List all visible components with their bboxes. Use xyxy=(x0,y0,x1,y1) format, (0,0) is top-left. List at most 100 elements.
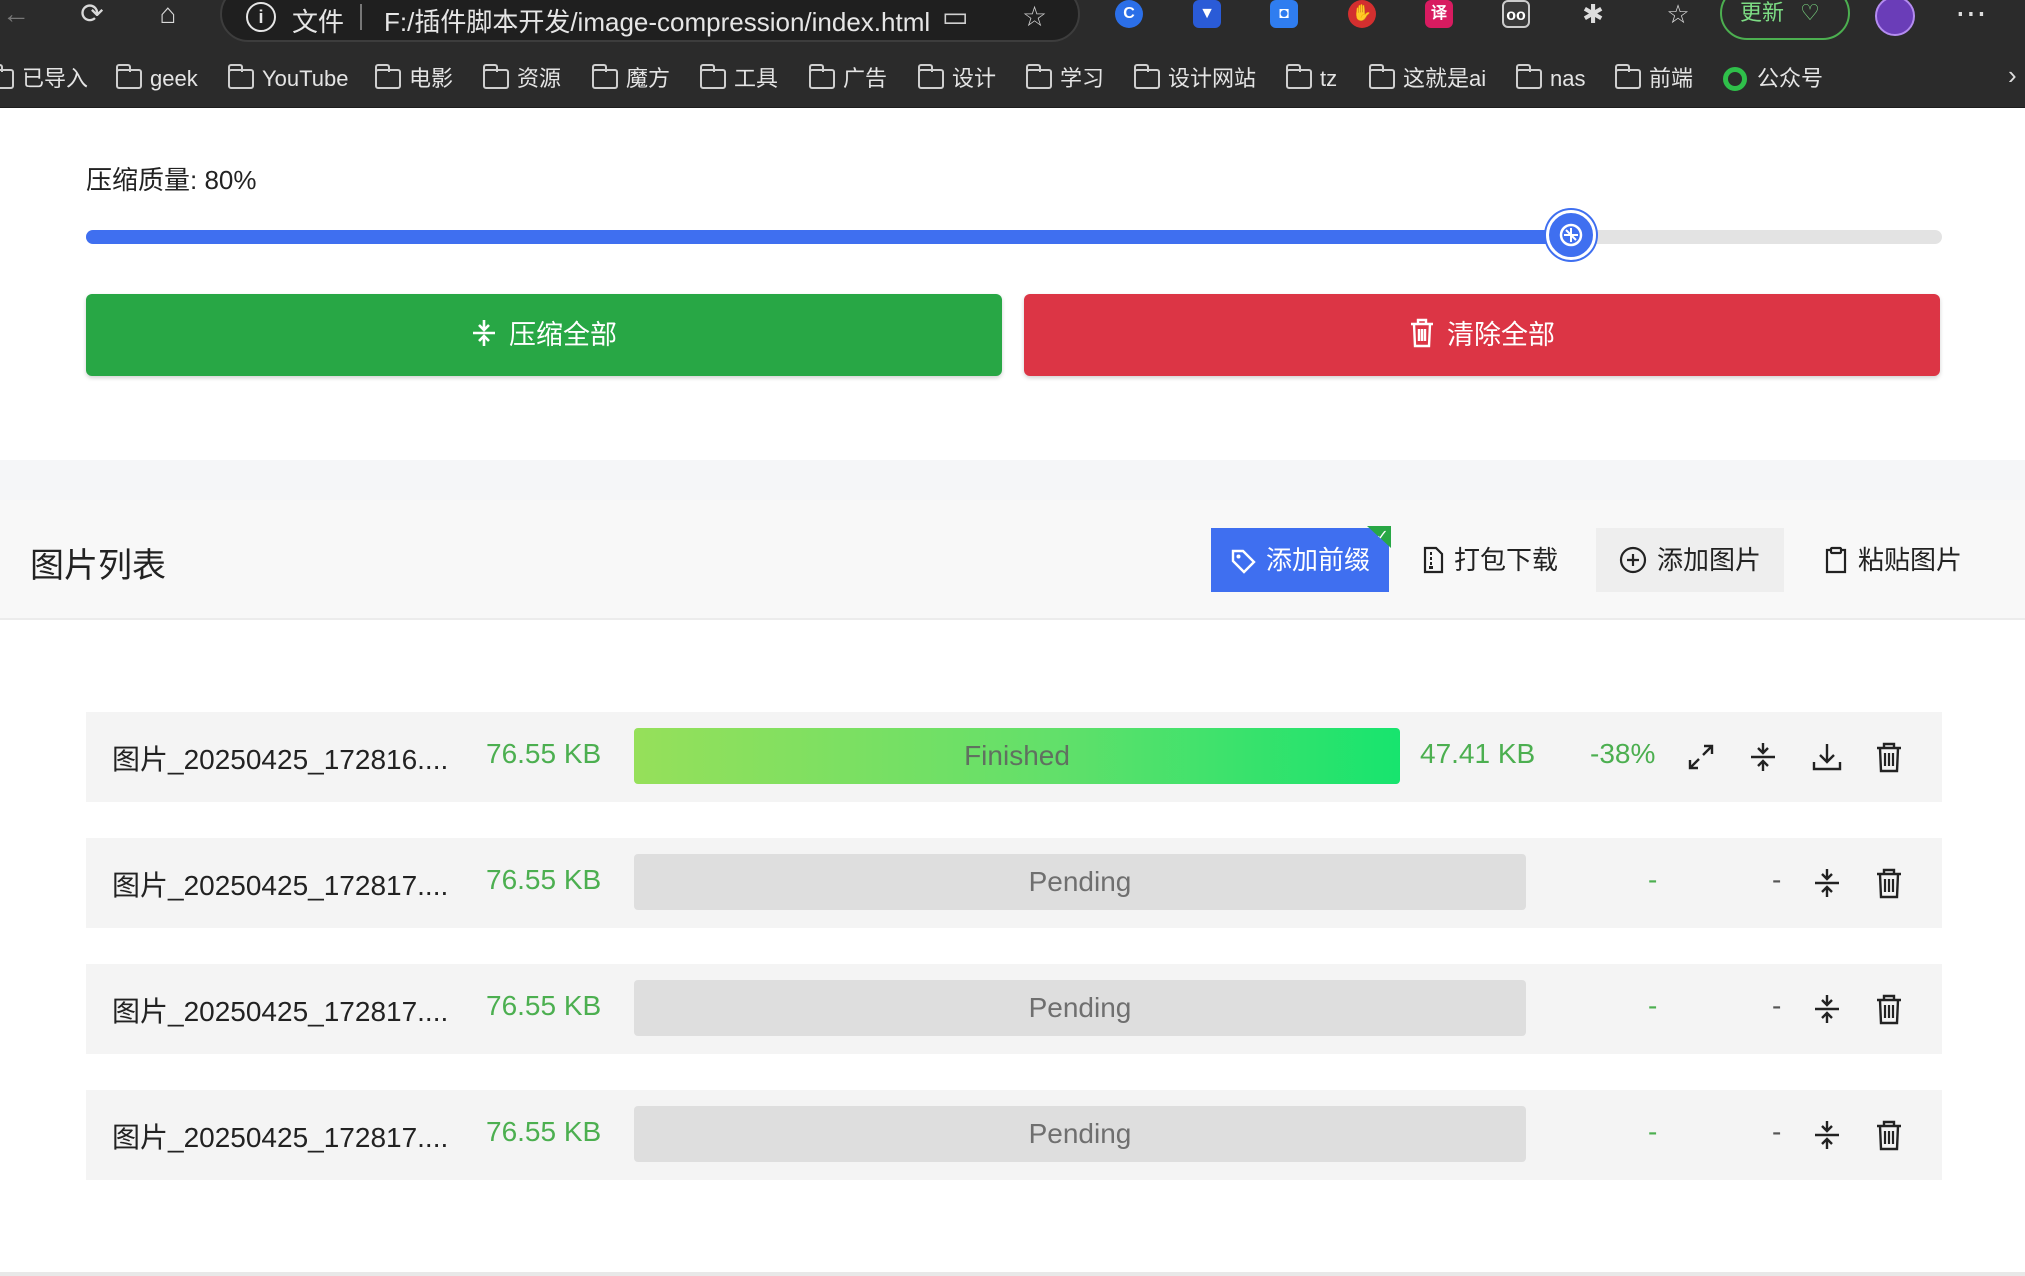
delete-icon[interactable] xyxy=(1872,866,1906,900)
quality-slider-thumb[interactable] xyxy=(1546,210,1596,260)
bookmark-folder[interactable]: 资源 xyxy=(483,62,561,96)
bookmark-folder[interactable]: 广告 xyxy=(809,62,887,96)
paste-image-label: 粘贴图片 xyxy=(1857,545,1962,575)
bookmark-label: nas xyxy=(1550,66,1586,91)
compression-ratio: - xyxy=(1772,1116,1782,1147)
slider-thumb-icon xyxy=(1559,223,1583,247)
address-separator xyxy=(360,4,362,30)
bookmark-folder[interactable]: nas xyxy=(1516,62,1585,96)
home-icon[interactable]: ⌂ xyxy=(148,0,188,30)
bookmark-folder[interactable]: geek xyxy=(116,62,198,96)
progress-bar: Finished xyxy=(634,728,1400,784)
compress-icon[interactable] xyxy=(1746,740,1780,774)
bookmark-label: 工具 xyxy=(734,66,779,91)
quality-slider[interactable] xyxy=(86,230,1942,244)
address-bar[interactable]: i 文件 F:/插件脚本开发/image-compression/index.h… xyxy=(220,0,1080,42)
site-info-icon[interactable]: i xyxy=(246,2,276,32)
delete-icon[interactable] xyxy=(1872,992,1906,1026)
browser-extension-icon[interactable]: C xyxy=(1115,0,1143,28)
add-prefix-button[interactable]: 添加前缀 ✓ xyxy=(1211,526,1391,592)
bookmark-label: 设计 xyxy=(952,66,997,91)
tag-icon xyxy=(1231,549,1256,574)
folder-icon xyxy=(1615,64,1641,89)
compression-settings: 压缩质量: 80% 压缩全部 清除全部 xyxy=(0,108,2025,460)
image-row: 图片_20250425_172817.... 76.55 KB Pending … xyxy=(86,1090,1942,1180)
bookmark-label: 电影 xyxy=(409,66,454,91)
more-menu-icon[interactable]: ⋯ xyxy=(1955,0,1987,32)
bookmark-folder[interactable]: YouTube xyxy=(228,62,348,96)
file-name: 图片_20250425_172817.... xyxy=(112,870,449,901)
bookmark-label: 资源 xyxy=(517,66,562,91)
health-icon: ♡ xyxy=(1800,0,1820,25)
bookmark-label: 公众号 xyxy=(1757,66,1824,91)
quality-label: 压缩质量: 80% xyxy=(86,165,257,195)
page-content: 压缩质量: 80% 压缩全部 清除全部 图片列表 添加前缀 ✓ 打包下载 添加图… xyxy=(0,108,2025,1276)
folder-icon xyxy=(228,64,254,89)
compress-icon[interactable] xyxy=(1810,1118,1844,1152)
clear-all-button[interactable]: 清除全部 xyxy=(1024,294,1940,376)
compress-all-button[interactable]: 压缩全部 xyxy=(86,294,1002,376)
bookmark-folder[interactable]: 设计 xyxy=(918,62,996,96)
bookmark-folder[interactable]: 电影 xyxy=(375,62,453,96)
bookmark-folder[interactable]: tz xyxy=(1286,62,1337,96)
adblock-hand-icon[interactable]: ✋ xyxy=(1348,0,1376,28)
folder-icon xyxy=(1134,64,1160,89)
bookmark-label: YouTube xyxy=(262,66,349,91)
bookmark-label: 设计网站 xyxy=(1168,66,1257,91)
bookmark-folder[interactable]: 前端 xyxy=(1615,62,1693,96)
add-image-button[interactable]: 添加图片 xyxy=(1596,528,1784,592)
update-button[interactable]: 更新 ♡ xyxy=(1720,0,1850,40)
address-url[interactable]: F:/插件脚本开发/image-compression/index.html xyxy=(384,2,930,39)
translate-icon[interactable]: 译 xyxy=(1425,0,1453,28)
pack-download-button[interactable]: 打包下载 xyxy=(1410,528,1570,592)
paste-image-button[interactable]: 粘贴图片 xyxy=(1808,528,1978,592)
compress-icon[interactable] xyxy=(1810,992,1844,1026)
wechat-icon xyxy=(1723,67,1747,91)
bookmark-label: 魔方 xyxy=(626,66,671,91)
bookmark-folder[interactable]: 魔方 xyxy=(592,62,670,96)
folder-icon xyxy=(483,64,509,89)
image-list-header: 图片列表 添加前缀 ✓ 打包下载 添加图片 粘贴图片 xyxy=(0,500,2025,620)
add-prefix-label: 添加前缀 xyxy=(1265,545,1370,575)
bookmark-folder[interactable]: 已导入 xyxy=(0,62,88,96)
checkmark-icon: ✓ xyxy=(1367,526,1391,548)
progress-bar: Pending xyxy=(634,1106,1526,1162)
bookmark-label: geek xyxy=(150,66,198,91)
extensions-puzzle-icon[interactable]: ✱ xyxy=(1579,0,1607,28)
expand-icon[interactable] xyxy=(1684,740,1718,774)
delete-icon[interactable] xyxy=(1872,740,1906,774)
folder-icon xyxy=(375,64,401,89)
delete-icon[interactable] xyxy=(1872,1118,1906,1152)
profile-avatar[interactable] xyxy=(1875,0,1915,36)
bookmark-folder[interactable]: 这就是ai xyxy=(1369,62,1486,96)
bookmarks-overflow-icon[interactable]: › xyxy=(2008,60,2017,91)
bookmark-folder[interactable]: 工具 xyxy=(700,62,778,96)
progress-bar: Pending xyxy=(634,854,1526,910)
original-size: 76.55 KB xyxy=(486,1116,602,1147)
reload-icon[interactable]: ⟳ xyxy=(72,0,112,30)
bookmark-link[interactable]: 公众号 xyxy=(1723,62,1823,96)
favorites-icon[interactable]: ☆ xyxy=(1664,0,1692,28)
file-name: 图片_20250425_172817.... xyxy=(112,996,449,1027)
bookmark-folder[interactable]: 设计网站 xyxy=(1134,62,1256,96)
folder-icon xyxy=(1516,64,1542,89)
download-icon[interactable] xyxy=(1810,740,1844,774)
reading-view-icon[interactable]: ▭ xyxy=(942,0,968,33)
folder-icon xyxy=(116,64,142,89)
extension-robot-icon[interactable]: ◘ xyxy=(1270,0,1298,28)
back-icon[interactable]: ← xyxy=(0,0,36,30)
folder-icon xyxy=(700,64,726,89)
folder-icon xyxy=(1026,64,1052,89)
favorite-star-icon[interactable]: ☆ xyxy=(1022,0,1047,33)
compress-icon[interactable] xyxy=(1810,866,1844,900)
bitwarden-shield-icon[interactable]: ▼ xyxy=(1193,0,1221,28)
extension-glasses-icon[interactable]: oo xyxy=(1502,0,1530,28)
bookmark-folder[interactable]: 学习 xyxy=(1026,62,1104,96)
folder-icon xyxy=(809,64,835,89)
file-name: 图片_20250425_172816.... xyxy=(112,744,449,775)
compressed-size: - xyxy=(1648,864,1658,895)
compress-icon xyxy=(473,320,495,346)
file-name: 图片_20250425_172817.... xyxy=(112,1122,449,1153)
bookmark-label: 已导入 xyxy=(22,66,89,91)
compressed-size: 47.41 KB xyxy=(1420,738,1536,769)
